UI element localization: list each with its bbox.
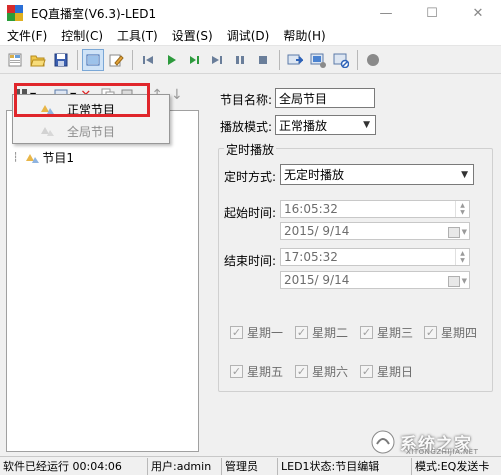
play-mode-select[interactable]: 正常播放 ▼: [275, 115, 376, 135]
pause-icon[interactable]: [229, 49, 251, 71]
play-mode-label: 播放模式:: [220, 120, 273, 134]
menu-file[interactable]: 文件(F): [0, 26, 54, 46]
check-icon: ✓: [360, 326, 373, 339]
status-user: 用户:admin: [148, 458, 222, 475]
checkbox-saturday[interactable]: ✓ 星期六: [295, 363, 348, 380]
status-runtime: 软件已经运行 00:04:06: [0, 458, 148, 475]
timer-mode-select[interactable]: 无定时播放 ▼: [280, 164, 474, 185]
end-date-input[interactable]: 2015/ 9/14 ▼: [280, 271, 470, 289]
main-toolbar: [0, 47, 501, 74]
start-time-input[interactable]: 16:05:32 ▲ ▼: [280, 200, 470, 218]
app-icon: [7, 5, 23, 21]
check-icon: ✓: [295, 326, 308, 339]
end-time-input[interactable]: 17:05:32 ▲ ▼: [280, 248, 470, 266]
calendar-icon[interactable]: ▼: [445, 275, 467, 287]
program-icon: [26, 153, 40, 163]
display-window-icon[interactable]: [82, 49, 104, 71]
send-icon[interactable]: [284, 49, 306, 71]
check-icon: ✓: [230, 326, 243, 339]
menu-help[interactable]: 帮助(H): [276, 26, 332, 46]
global-program-icon: [41, 127, 54, 136]
program-name-input[interactable]: 全局节目: [275, 88, 375, 108]
send-config-icon[interactable]: [307, 49, 329, 71]
status-mode: 模式:EQ发送卡: [415, 460, 490, 473]
program-name-label: 节目名称:: [220, 93, 273, 107]
checkbox-sunday[interactable]: ✓ 星期日: [360, 363, 413, 380]
window-title: EQ直播室(V6.3)-LED1: [31, 6, 157, 21]
watermark-icon: [371, 430, 395, 454]
check-icon: ✓: [360, 365, 373, 378]
tree-item-label: 节目1: [42, 151, 75, 165]
program-tree: ┆ 节目1: [6, 110, 199, 452]
menu-settings[interactable]: 设置(S): [165, 26, 220, 46]
close-button[interactable]: ✕: [455, 0, 501, 26]
menu-item-global-program[interactable]: 全局节目: [15, 120, 167, 142]
status-role: 管理员: [222, 458, 278, 475]
open-folder-icon[interactable]: [27, 49, 49, 71]
move-down-icon[interactable]: ↓: [171, 87, 183, 103]
highlight-annotation: [14, 83, 150, 117]
timer-mode-label: 定时方式:: [224, 170, 277, 184]
time-spinner[interactable]: ▲ ▼: [455, 249, 469, 265]
minimize-button[interactable]: —: [363, 0, 409, 26]
check-icon: ✓: [295, 365, 308, 378]
program-properties-panel: 节目名称: 全局节目 播放模式: 正常播放 ▼ 定时播放 定时方式: 无定时播放…: [208, 80, 501, 455]
play-step-icon[interactable]: [183, 49, 205, 71]
status-led-state: LED1状态:节目编辑: [278, 458, 412, 475]
expand-icon[interactable]: ┆: [13, 153, 18, 163]
send-disable-icon[interactable]: [330, 49, 352, 71]
menu-control[interactable]: 控制(C): [54, 26, 110, 46]
chevron-down-icon: ▼: [363, 120, 370, 130]
end-time-label: 结束时间:: [224, 254, 277, 268]
edit-icon[interactable]: [105, 49, 127, 71]
status-bar: 软件已经运行 00:04:06 用户:admin 管理员 LED1状态:节目编辑…: [0, 456, 501, 475]
stop-icon[interactable]: [252, 49, 274, 71]
start-date-input[interactable]: 2015/ 9/14 ▼: [280, 222, 470, 240]
chevron-down-icon: ▼: [461, 169, 468, 180]
new-icon[interactable]: [4, 49, 26, 71]
checkbox-friday[interactable]: ✓ 星期五: [230, 363, 283, 380]
save-icon[interactable]: [50, 49, 72, 71]
maximize-button[interactable]: ☐: [409, 0, 455, 26]
check-icon: ✓: [230, 365, 243, 378]
timer-group-title: 定时播放: [224, 141, 277, 158]
menu-bar: 文件(F) 控制(C) 工具(T) 设置(S) 调试(D) 帮助(H): [0, 26, 501, 46]
time-spinner[interactable]: ▲ ▼: [455, 201, 469, 217]
menu-debug[interactable]: 调试(D): [220, 26, 277, 46]
calendar-icon[interactable]: ▼: [445, 226, 467, 238]
checkbox-monday[interactable]: ✓ 星期一: [230, 324, 283, 341]
next-icon[interactable]: [206, 49, 228, 71]
menu-tools[interactable]: 工具(T): [110, 26, 165, 46]
play-icon[interactable]: [160, 49, 182, 71]
checkbox-thursday[interactable]: ✓ 星期四: [424, 324, 477, 341]
record-icon[interactable]: [362, 49, 384, 71]
tree-item-program[interactable]: ┆ 节目1: [13, 149, 74, 166]
checkbox-wednesday[interactable]: ✓ 星期三: [360, 324, 413, 341]
checkbox-tuesday[interactable]: ✓ 星期二: [295, 324, 348, 341]
check-icon: ✓: [424, 326, 437, 339]
start-time-label: 起始时间:: [224, 206, 277, 220]
title-bar: EQ直播室(V6.3)-LED1 — ☐ ✕: [0, 0, 501, 26]
watermark-logo: 系统之家 XITONGZHIJIA.NET: [370, 428, 498, 456]
first-icon[interactable]: [137, 49, 159, 71]
